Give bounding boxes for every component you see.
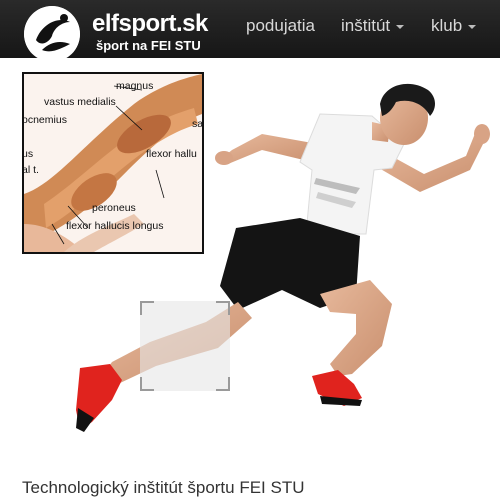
label-sartorius: sa: [192, 118, 204, 130]
nav-podujatia-label: podujatia: [246, 16, 316, 35]
runner-logo-icon: [24, 6, 80, 62]
top-navbar: elfsport.sk šport na FEI STU podujatia i…: [0, 0, 500, 62]
chevron-down-icon: [396, 24, 405, 29]
chevron-down-icon: [468, 24, 477, 29]
hero-banner: magnus vastus medialis ocnemius sa flexo…: [0, 58, 500, 468]
frame-corner: [140, 377, 154, 391]
nav-podujatia[interactable]: podujatia: [246, 16, 315, 36]
frame-corner: [140, 301, 154, 315]
brand-name[interactable]: elfsport.sk: [92, 10, 208, 38]
brand-tagline: šport na FEI STU: [96, 38, 201, 53]
label-flexor-hallucis-longus: flexor hallucis longus: [66, 220, 164, 232]
label-flexor-hallu: flexor hallu: [146, 148, 197, 160]
label-al-t: al t.: [22, 164, 39, 176]
label-peroneus: peroneus: [92, 202, 136, 214]
frame-corner: [216, 301, 230, 315]
label-us: us: [22, 148, 34, 160]
anatomy-diagram: magnus vastus medialis ocnemius sa flexo…: [22, 72, 204, 254]
label-gastrocnemius: ocnemius: [22, 114, 67, 126]
nav-klub-label: klub: [431, 16, 463, 35]
nav-institut-label: inštitút: [341, 16, 391, 35]
label-vastus-medialis: vastus medialis: [44, 96, 116, 108]
nav-institut-dropdown[interactable]: inštitút: [341, 16, 405, 36]
label-magnus: magnus: [116, 80, 154, 92]
page-title: Technologický inštitút športu FEI STU: [22, 478, 305, 497]
focus-frame: [140, 301, 230, 391]
nav-klub-dropdown[interactable]: klub: [431, 16, 477, 36]
frame-corner: [216, 377, 230, 391]
site-logo[interactable]: [24, 6, 80, 62]
